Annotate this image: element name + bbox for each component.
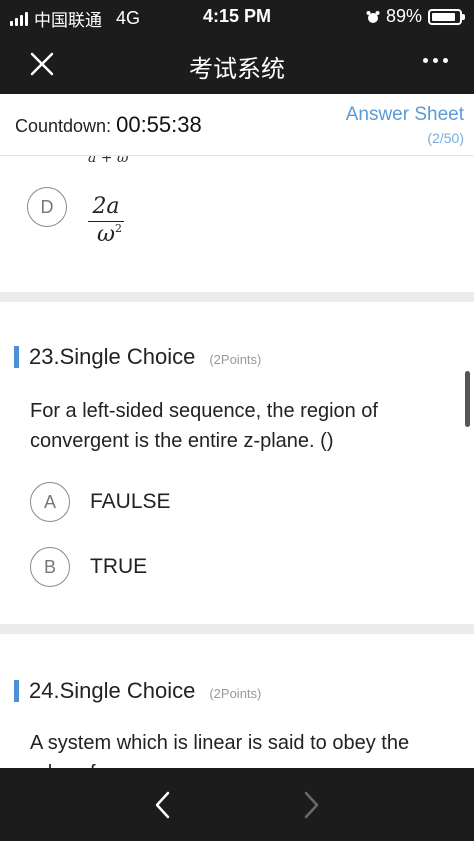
option-b-circle[interactable]: B [30, 547, 70, 587]
nav-bar: 考试系统 [0, 34, 474, 94]
exam-info-bar: Countdown: 00:55:38 Answer Sheet (2/50) [0, 94, 474, 156]
countdown: Countdown: 00:55:38 [15, 112, 202, 138]
battery-fill [432, 12, 456, 21]
option-a-text[interactable]: FAULSE [90, 490, 171, 514]
battery-icon [428, 8, 465, 25]
battery-percent: 89% [385, 6, 422, 26]
chevron-left-icon[interactable] [148, 788, 178, 822]
question-24-points: (2Points) [209, 686, 262, 701]
alarm-icon [366, 10, 380, 23]
option-d-exponent: 2 [115, 222, 122, 235]
answer-sheet-label: Answer Sheet [345, 104, 464, 125]
option-d-circle[interactable]: D [27, 187, 67, 227]
option-d-numerator: 2a [88, 194, 124, 222]
option-d-denominator: ω [97, 222, 115, 247]
question-accent-bar [14, 346, 19, 368]
option-a-circle[interactable]: A [30, 482, 70, 522]
option-d-letter: D [40, 196, 54, 217]
question-content[interactable]: a + ω D 2a ω2 23.Single Choice (2Points)… [0, 156, 474, 768]
question-24-title: 24.Single Choice [29, 678, 196, 703]
answer-sheet-button[interactable]: Answer Sheet (2/50) [346, 104, 464, 146]
question-23-body: For a left-sided sequence, the region of… [30, 400, 378, 452]
more-icon[interactable] [423, 58, 448, 63]
question-23-header: 23.Single Choice (2Points) [14, 344, 261, 370]
option-a-letter: A [43, 491, 56, 512]
previous-option-partial: a + ω [88, 156, 129, 166]
question-accent-bar [14, 680, 19, 702]
option-d-denominator-wrap: ω2 [88, 222, 124, 247]
question-24-header: 24.Single Choice (2Points) [14, 678, 261, 704]
chevron-right-icon[interactable] [296, 788, 326, 822]
option-b-letter: B [43, 556, 56, 577]
question-divider [0, 624, 474, 634]
question-23-title: 23.Single Choice [29, 344, 196, 369]
countdown-label: Countdown: [15, 116, 112, 136]
status-bar: 中国联通 4G 4:15 PM 89% [0, 0, 474, 34]
scrollbar-thumb[interactable] [465, 371, 470, 427]
bottom-nav-bar [0, 768, 474, 841]
question-divider [0, 292, 474, 302]
question-24-body: A system which is linear is said to obey… [30, 732, 410, 768]
status-right: 89% [366, 6, 465, 27]
answer-sheet-progress: (2/50) [427, 130, 464, 146]
option-b-text[interactable]: TRUE [90, 555, 147, 579]
question-23-points: (2Points) [209, 352, 262, 367]
countdown-value: 00:55:38 [116, 112, 202, 137]
page-title: 考试系统 [189, 55, 285, 83]
option-d-formula[interactable]: 2a ω2 [88, 194, 124, 247]
